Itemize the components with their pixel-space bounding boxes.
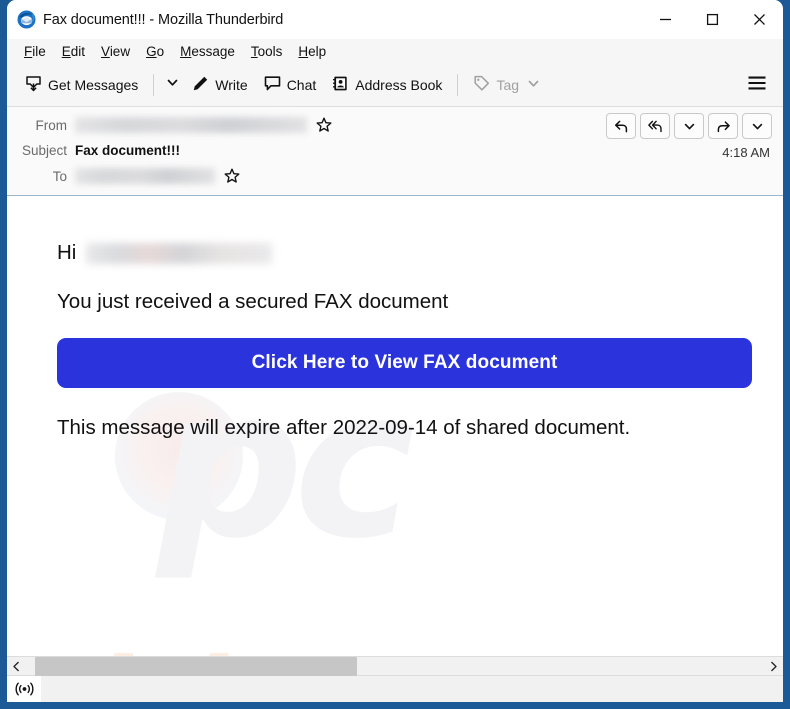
menu-bar: File Edit View Go Message Tools Help [7, 39, 783, 64]
from-label: From [35, 117, 68, 133]
app-menu-button[interactable] [739, 69, 775, 102]
main-toolbar: Get Messages Write Chat Address Book Tag [7, 64, 783, 107]
greeting-line: Hi [57, 238, 783, 268]
get-messages-label: Get Messages [48, 77, 139, 93]
menu-message[interactable]: Message [172, 42, 243, 61]
message-body-content: Hi You just received a secured FAX docum… [7, 196, 783, 440]
minimize-button[interactable] [642, 0, 689, 39]
scroll-left-button[interactable] [7, 657, 26, 676]
menu-edit[interactable]: Edit [54, 42, 93, 61]
status-bar [7, 675, 783, 702]
menu-file-rest: ile [32, 43, 46, 59]
window-title: Fax document!!! - Mozilla Thunderbird [43, 11, 284, 28]
toolbar-separator-2 [457, 74, 459, 96]
subject-value: Fax document!!! [75, 142, 181, 158]
to-star-button[interactable] [224, 168, 240, 184]
close-button[interactable] [736, 0, 783, 39]
tag-button[interactable]: Tag [465, 70, 548, 100]
get-messages-button[interactable]: Get Messages [17, 70, 146, 100]
chevron-down-icon [166, 76, 179, 94]
tag-icon [473, 75, 490, 95]
to-label: To [52, 168, 67, 184]
window-inner: Fax document!!! - Mozilla Thunderbird Fi… [7, 0, 783, 702]
message-time: 4:18 AM [722, 145, 770, 160]
menu-tools[interactable]: Tools [243, 42, 291, 61]
forward-menu-button[interactable] [742, 113, 772, 139]
menu-go-rest: o [156, 43, 165, 59]
thunderbird-icon [16, 10, 36, 30]
from-value-redacted [75, 117, 307, 133]
menu-help-rest: elp [308, 43, 327, 59]
address-book-label: Address Book [355, 77, 443, 93]
tag-label: Tag [496, 77, 520, 93]
menu-view[interactable]: View [93, 42, 138, 61]
subject-label: Subject [21, 142, 67, 158]
write-label: Write [215, 77, 248, 93]
address-book-icon [332, 75, 349, 95]
horizontal-scrollbar[interactable] [7, 656, 783, 676]
menu-tools-rest: ools [257, 43, 283, 59]
window-frame: Fax document!!! - Mozilla Thunderbird Fi… [0, 0, 790, 709]
window-controls [642, 0, 783, 39]
menu-help[interactable]: Help [290, 42, 334, 61]
view-fax-document-button[interactable]: Click Here to View FAX document [57, 338, 752, 388]
secured-fax-line: You just received a secured FAX document [57, 290, 449, 313]
expiry-line: This message will expire after 2022-09-1… [57, 416, 631, 439]
view-fax-document-label: Click Here to View FAX document [251, 352, 558, 373]
chevron-down-icon [527, 77, 540, 93]
chat-button[interactable]: Chat [256, 70, 325, 100]
message-header-pane: From Subject Fax document!!! To 4:18 AM [7, 107, 783, 196]
speech-bubble-icon [264, 75, 281, 95]
forward-button[interactable] [708, 113, 738, 139]
download-inbox-icon [25, 75, 42, 95]
menu-go[interactable]: Go [138, 42, 172, 61]
chat-label: Chat [286, 77, 317, 93]
message-body-pane: pc risk.com Hi You just received a secur… [7, 196, 783, 656]
maximize-button[interactable] [689, 0, 736, 39]
broadcast-online-icon[interactable] [7, 676, 41, 702]
watermark-secondary-text: risk.com [45, 636, 542, 656]
header-row-to: To [7, 165, 783, 187]
menu-edit-rest: dit [70, 43, 86, 59]
write-button[interactable]: Write [184, 70, 255, 100]
menu-view-rest: iew [109, 43, 131, 59]
header-row-subject: Subject Fax document!!! [7, 139, 783, 161]
to-value-redacted [75, 168, 215, 184]
message-action-buttons [606, 113, 772, 139]
toolbar-separator-1 [153, 74, 155, 96]
menu-message-rest: essage [191, 43, 235, 59]
hamburger-icon [747, 75, 767, 96]
greeting-name-redacted [86, 242, 273, 264]
scrollbar-track[interactable] [26, 656, 764, 676]
scrollbar-thumb[interactable] [35, 656, 357, 676]
get-messages-dropdown[interactable] [161, 71, 184, 99]
menu-file[interactable]: File [16, 42, 54, 61]
pencil-icon [192, 75, 209, 95]
reply-menu-button[interactable] [674, 113, 704, 139]
reply-button[interactable] [606, 113, 636, 139]
scroll-right-button[interactable] [764, 657, 783, 676]
reply-all-button[interactable] [640, 113, 670, 139]
greeting-text: Hi [57, 241, 77, 264]
title-bar: Fax document!!! - Mozilla Thunderbird [7, 0, 783, 39]
from-star-button[interactable] [316, 117, 332, 133]
address-book-button[interactable]: Address Book [324, 70, 450, 100]
